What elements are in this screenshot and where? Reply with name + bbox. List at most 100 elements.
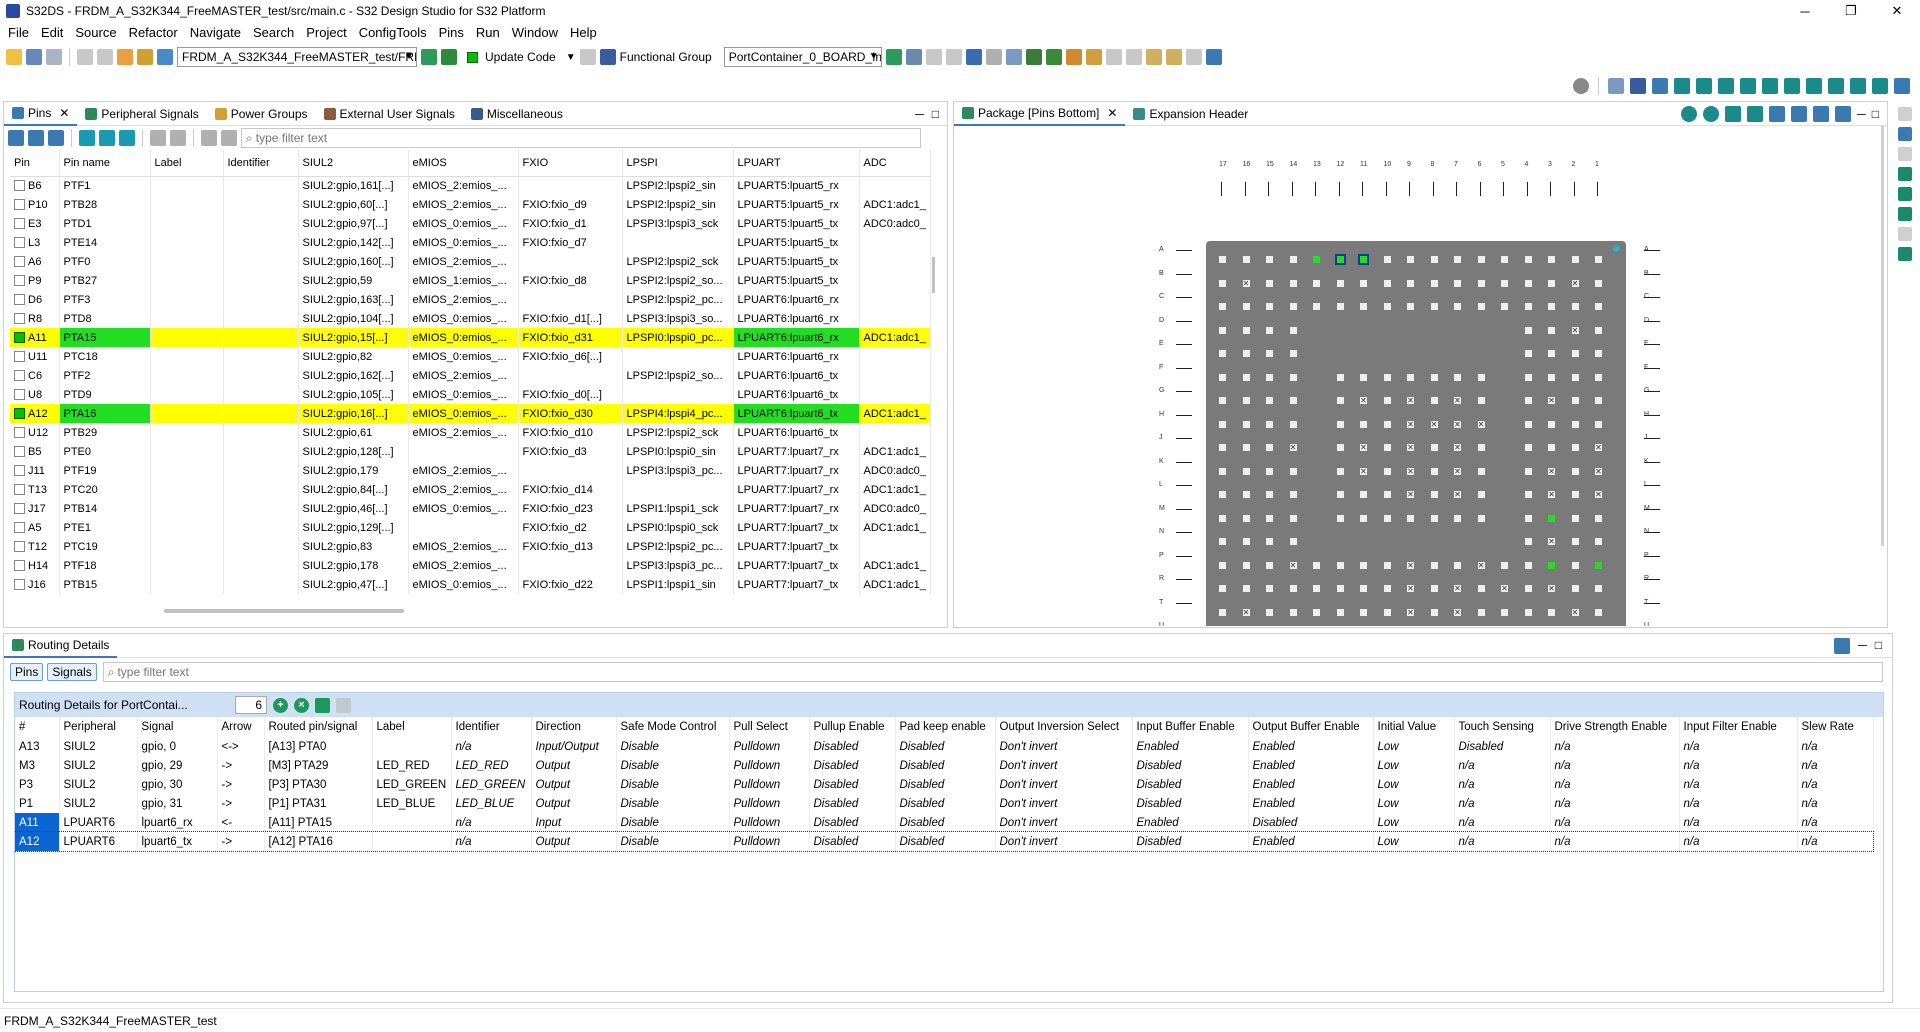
package-pin[interactable] bbox=[1383, 256, 1391, 263]
package-pin[interactable] bbox=[1548, 279, 1555, 287]
clocks-icon[interactable] bbox=[1652, 78, 1668, 94]
pin-route-checkbox[interactable] bbox=[14, 351, 25, 363]
pin-route-checkbox[interactable] bbox=[14, 313, 25, 325]
package-pin[interactable]: ✕ bbox=[1360, 397, 1367, 405]
routing-cell[interactable]: Low bbox=[1373, 737, 1455, 756]
tool-b-icon[interactable] bbox=[1718, 78, 1734, 94]
package-pin[interactable]: ✕ bbox=[1407, 491, 1414, 499]
package-pin[interactable] bbox=[1383, 303, 1391, 310]
routing-cell[interactable]: Don't invert bbox=[995, 794, 1133, 813]
tool-i-icon[interactable] bbox=[1872, 78, 1888, 94]
package-pin[interactable] bbox=[1524, 467, 1532, 475]
package-pin[interactable] bbox=[1383, 514, 1391, 522]
package-pin[interactable] bbox=[1360, 491, 1367, 498]
package-pin[interactable] bbox=[1477, 303, 1485, 310]
pin-row[interactable]: B5 PTE0 SIUL2:gpio,128[...] FXIO:fxio_d3 LPS… bbox=[10, 442, 931, 461]
package-pin[interactable] bbox=[1219, 420, 1226, 428]
package-pin[interactable] bbox=[1219, 373, 1226, 381]
package-pin[interactable]: ✕ bbox=[1454, 467, 1461, 475]
package-pin[interactable] bbox=[1336, 397, 1344, 404]
package-pin[interactable] bbox=[1334, 254, 1346, 265]
minimize-view-icon[interactable]: ─ bbox=[915, 107, 924, 121]
routing-cell[interactable]: Output bbox=[531, 756, 617, 775]
package-pin[interactable] bbox=[1501, 256, 1508, 263]
package-pin[interactable] bbox=[1595, 420, 1602, 428]
package-pin[interactable] bbox=[1336, 373, 1344, 381]
add-row-icon[interactable]: + bbox=[273, 697, 288, 713]
col-identifier[interactable]: Identifier bbox=[223, 150, 299, 177]
pin-route-checkbox[interactable] bbox=[14, 427, 25, 439]
routing-cell[interactable]: n/a bbox=[1797, 813, 1874, 832]
package-pin[interactable]: ✕ bbox=[1430, 420, 1438, 428]
pin-row[interactable]: J11 PTF19 SIUL2:gpio,179 eMIOS_2:emios_... L… bbox=[10, 461, 931, 480]
tab-pins[interactable]: Pins ✕ bbox=[4, 101, 78, 126]
zoom-in-icon[interactable] bbox=[1681, 105, 1698, 122]
routing-cell[interactable]: Low bbox=[1373, 775, 1455, 794]
maximize-view-icon[interactable]: □ bbox=[932, 107, 939, 121]
package-pin[interactable] bbox=[1477, 491, 1485, 498]
routing-cell[interactable]: n/a bbox=[1550, 756, 1680, 775]
signals-toggle-button[interactable]: Signals bbox=[47, 663, 97, 681]
flag-icon[interactable] bbox=[885, 49, 902, 65]
routing-col-8[interactable]: Safe Mode Control bbox=[616, 717, 730, 737]
routing-cell[interactable]: Disabled bbox=[895, 737, 996, 756]
routing-cell[interactable]: Enabled bbox=[1248, 775, 1374, 794]
package-pin[interactable] bbox=[1242, 420, 1250, 428]
bug-icon[interactable] bbox=[1005, 49, 1022, 65]
package-pin[interactable] bbox=[1595, 585, 1602, 592]
routing-cell[interactable]: Disable bbox=[616, 813, 730, 832]
package-pin[interactable] bbox=[1407, 279, 1414, 287]
package-pin[interactable]: ✕ bbox=[1454, 491, 1461, 499]
routing-col-17[interactable]: Drive Strength Enable bbox=[1550, 717, 1680, 737]
package-pin[interactable] bbox=[1266, 256, 1273, 263]
package-pin[interactable] bbox=[1289, 350, 1297, 357]
routing-row[interactable]: A11 LPUART6 lpuart6_rx <- [A11] PTA15 n/a Inpu… bbox=[15, 813, 1874, 832]
routing-cell[interactable]: n/a bbox=[1454, 813, 1551, 832]
routing-row[interactable]: A12 LPUART6 lpuart6_tx -> [A12] PTA16 n/a Outp… bbox=[15, 831, 1874, 852]
pin-row[interactable]: A11 PTA15 SIUL2:gpio,15[...] eMIOS_0:emios_… bbox=[10, 328, 931, 347]
package-pin[interactable] bbox=[1524, 373, 1532, 381]
package-pin[interactable] bbox=[1548, 444, 1555, 451]
col-siul2[interactable]: SIUL2 bbox=[298, 150, 409, 177]
package-pin[interactable] bbox=[1219, 585, 1226, 592]
undo-icon[interactable] bbox=[77, 49, 93, 65]
package-pin[interactable] bbox=[1595, 514, 1602, 522]
routing-cell[interactable]: Disabled bbox=[1248, 813, 1374, 832]
package-pin[interactable] bbox=[1266, 444, 1273, 451]
view-menu-icon[interactable] bbox=[1834, 637, 1851, 654]
package-pin[interactable] bbox=[1383, 420, 1391, 428]
package-pin[interactable] bbox=[1383, 608, 1391, 616]
routing-filter-input[interactable]: ⌕ type filter text bbox=[102, 662, 1883, 682]
pin-row[interactable]: B6 PTF1 SIUL2:gpio,161[...] eMIOS_2:emios_.… bbox=[10, 176, 931, 195]
package-pin[interactable] bbox=[1595, 279, 1602, 287]
package-pin[interactable]: ✕ bbox=[1360, 467, 1367, 475]
open-folder-icon[interactable] bbox=[137, 49, 153, 65]
col-label[interactable]: Label bbox=[150, 150, 224, 177]
package-pin[interactable] bbox=[1289, 538, 1297, 545]
package-pin[interactable]: ✕ bbox=[1454, 397, 1461, 405]
power-filter-icon[interactable] bbox=[201, 130, 217, 146]
package-pin[interactable] bbox=[1501, 279, 1508, 287]
pin-row[interactable]: C6 PTF2 SIUL2:gpio,162[...] eMIOS_2:emios_.… bbox=[10, 366, 931, 385]
package-pin[interactable] bbox=[1524, 420, 1532, 428]
package-pin[interactable]: ✕ bbox=[1242, 279, 1250, 287]
pin-row[interactable]: T12 PTC19 SIUL2:gpio,83 eMIOS_2:emios_... FX… bbox=[10, 537, 931, 556]
package-pin[interactable] bbox=[1454, 303, 1461, 310]
package-pin[interactable] bbox=[1266, 420, 1273, 428]
package-pin[interactable] bbox=[1571, 514, 1579, 522]
package-pin[interactable] bbox=[1219, 397, 1226, 404]
routing-cell[interactable]: n/a bbox=[1679, 832, 1798, 851]
vertical-scrollbar[interactable] bbox=[932, 257, 935, 293]
package-pin[interactable] bbox=[1571, 397, 1579, 404]
package-pin[interactable] bbox=[1360, 585, 1367, 592]
package-pin[interactable] bbox=[1289, 397, 1297, 404]
package-pin[interactable]: ✕ bbox=[1454, 608, 1461, 616]
route-icon[interactable] bbox=[79, 130, 95, 146]
package-pin[interactable] bbox=[1595, 256, 1602, 263]
routing-cell[interactable]: Don't invert bbox=[995, 737, 1133, 756]
pin-row[interactable]: T13 PTC20 SIUL2:gpio,84[...] eMIOS_2:emios_… bbox=[10, 480, 931, 499]
package-pin[interactable] bbox=[1336, 585, 1344, 592]
package-pin[interactable] bbox=[1383, 561, 1391, 569]
package-pin[interactable]: ✕ bbox=[1407, 561, 1414, 569]
package-pin[interactable] bbox=[1454, 373, 1461, 381]
